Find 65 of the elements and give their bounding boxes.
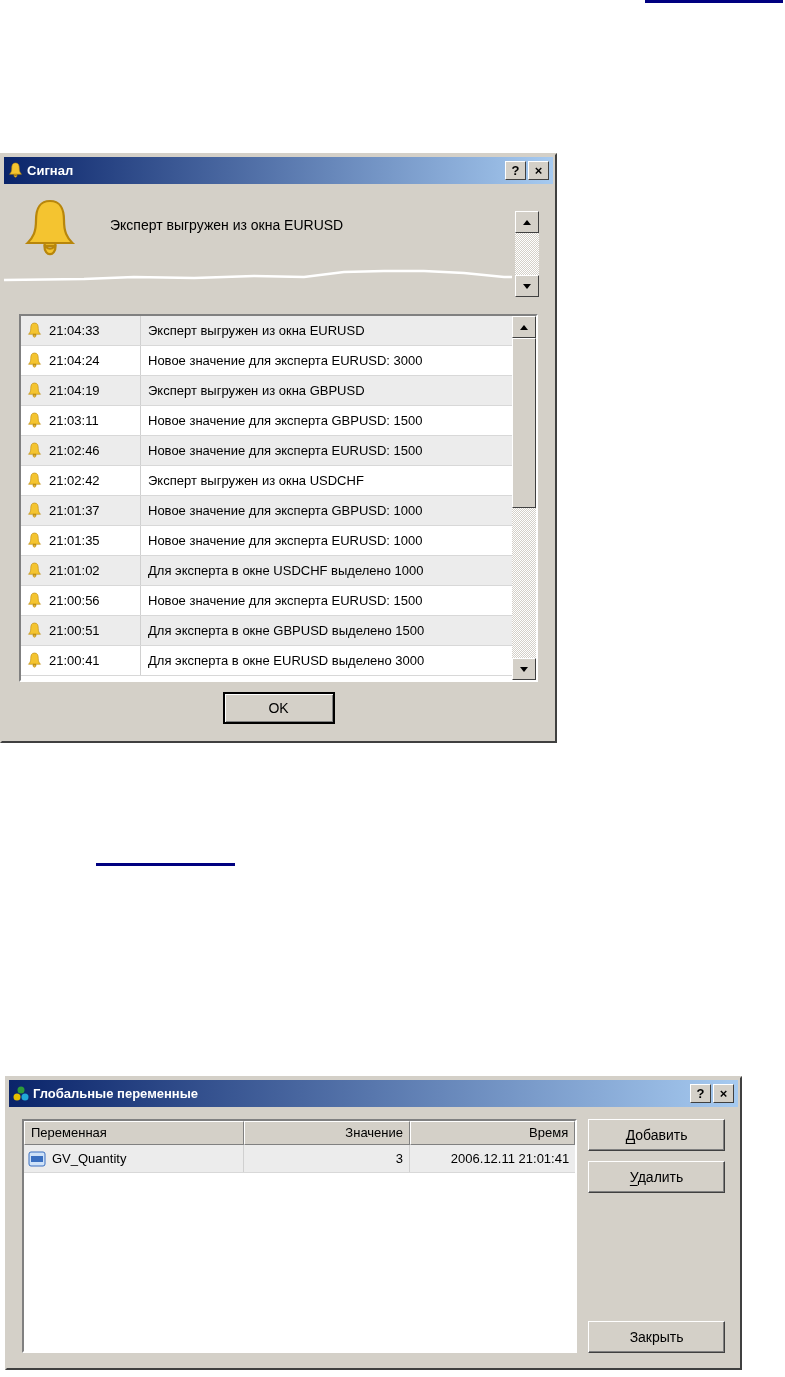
message-cell-text: Эксперт выгружен из окна EURUSD	[147, 321, 365, 340]
message-cell-text: Для эксперта в окне USDCHF выделено 1000	[147, 561, 424, 580]
message-cell-text: Для эксперта в окне EURUSD выделено 3000	[147, 651, 425, 670]
variable-name-cell-text: GV_Quantity	[52, 1149, 127, 1168]
time-cell-text: 21:00:56	[49, 591, 100, 610]
bell-icon	[27, 412, 42, 429]
close-button[interactable]: ×	[528, 161, 549, 180]
time-cell-text: 21:04:24	[49, 351, 100, 370]
message-cell-text: Новое значение для эксперта EURUSD: 3000	[147, 351, 423, 370]
message-cell-text: Для эксперта в окне GBPUSD выделено 1500	[147, 621, 425, 640]
time-cell-text: 21:03:11	[49, 411, 99, 430]
message-cell-text: Новое значение для эксперта EURUSD: 1500	[147, 441, 423, 460]
up-arrow-icon	[520, 324, 528, 330]
number-variable-icon	[28, 1149, 46, 1168]
time-cell-text: 21:01:02	[49, 561, 100, 580]
alert-message: Эксперт выгружен из окна EURUSD	[110, 216, 344, 235]
message-cell-text: Эксперт выгружен из окна GBPUSD	[147, 381, 365, 400]
time-cell-text: 21:02:42	[49, 471, 100, 490]
window-title: Сигнал	[27, 161, 74, 180]
close-button[interactable]: ×	[713, 1084, 734, 1103]
scroll-thumb[interactable]	[512, 338, 536, 508]
message-cell-text: Эксперт выгружен из окна USDCHF	[147, 471, 364, 490]
window-title: Глобальные переменные	[33, 1084, 199, 1103]
bell-icon	[27, 382, 42, 399]
bell-icon	[27, 352, 42, 369]
scroll-up-button[interactable]	[512, 316, 536, 338]
up-arrow-icon	[523, 219, 531, 225]
help-button[interactable]: ?	[505, 161, 526, 180]
time-cell-text: 21:04:33	[49, 321, 100, 340]
bell-icon	[27, 322, 42, 339]
dialog-button[interactable]: Добавить	[588, 1119, 725, 1151]
scroll-down-button[interactable]	[515, 275, 539, 297]
help-button[interactable]: ?	[690, 1084, 711, 1103]
ok-button[interactable]: OK	[222, 692, 335, 724]
time-cell-text: 21:00:51	[49, 621, 100, 640]
column-header[interactable]: Время	[410, 1121, 576, 1145]
dots-icon	[13, 1085, 29, 1102]
down-arrow-icon	[520, 666, 528, 672]
bell-icon	[27, 532, 42, 549]
bell-icon	[27, 622, 42, 639]
time-cell-text: 21:01:35	[49, 531, 100, 550]
bell-icon	[27, 442, 42, 459]
time-cell-text: 21:01:37	[49, 501, 100, 520]
message-cell-text: Новое значение для эксперта EURUSD: 1500	[147, 591, 423, 610]
bell-icon	[27, 472, 42, 489]
time-cell-text: 21:00:41	[49, 651, 100, 670]
dialog-button[interactable]: Удалить	[588, 1161, 725, 1193]
bell-icon	[27, 652, 42, 669]
bell-icon	[27, 592, 42, 609]
column-header[interactable]: Значение	[244, 1121, 410, 1145]
bell-icon	[8, 162, 23, 179]
dialog-button[interactable]: Закрыть	[588, 1321, 725, 1353]
scroll-up-button[interactable]	[515, 211, 539, 233]
down-arrow-icon	[523, 283, 531, 289]
time-cell-text: 2006.12.11 21:01:41	[449, 1149, 571, 1168]
column-header[interactable]: Переменная	[24, 1121, 244, 1145]
bell-icon	[27, 502, 42, 519]
value-cell: 3	[244, 1145, 410, 1172]
scroll-down-button[interactable]	[512, 658, 536, 680]
time-cell-text: 21:04:19	[49, 381, 100, 400]
message-cell-text: Новое значение для эксперта EURUSD: 1000	[147, 531, 423, 550]
bell-icon	[27, 562, 42, 579]
time-cell-text: 21:02:46	[49, 441, 100, 460]
message-cell-text: Новое значение для эксперта GBPUSD: 1000	[147, 501, 423, 520]
message-cell-text: Новое значение для эксперта GBPUSD: 1500	[147, 411, 423, 430]
